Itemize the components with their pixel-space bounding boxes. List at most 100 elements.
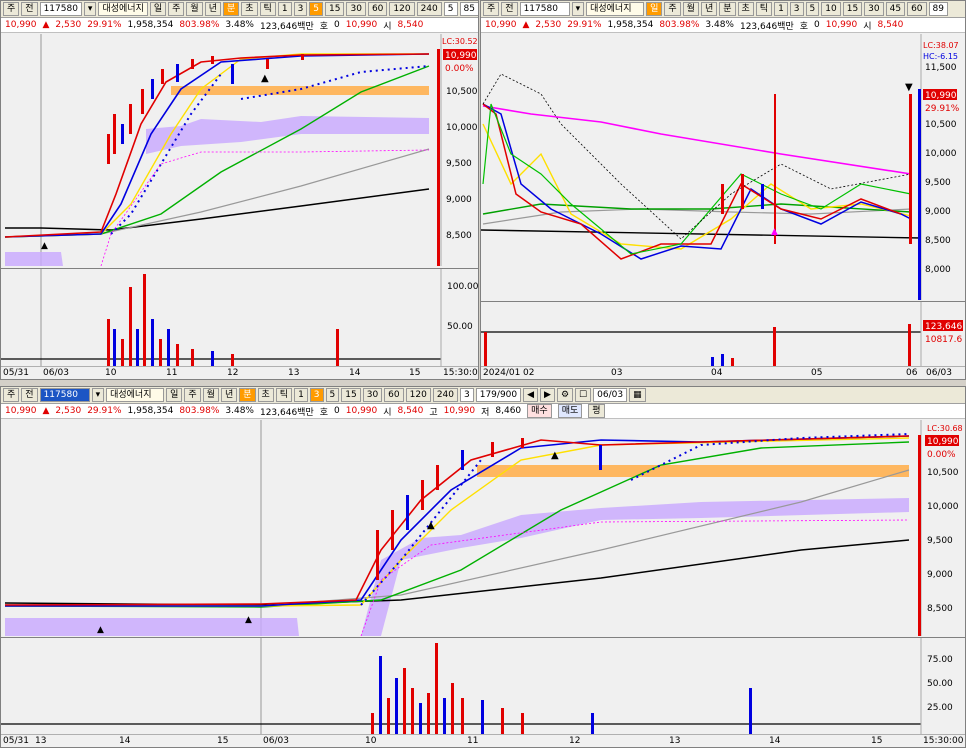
avg-button[interactable]: 평	[588, 404, 605, 418]
search-icon[interactable]: ▾	[91, 388, 105, 402]
x-label: 13	[35, 736, 47, 746]
gear-icon[interactable]: ⚙	[556, 388, 574, 402]
interval-30[interactable]: 30	[346, 2, 366, 16]
volume-chart[interactable]: 123,646 10817.6	[481, 301, 965, 369]
arrow-up-icon-2: ▲	[551, 450, 559, 461]
calendar-icon[interactable]: ▦	[629, 388, 646, 402]
interval-3[interactable]: 3	[293, 2, 308, 16]
market-select[interactable]: 전	[21, 388, 38, 402]
arrow-up-icon: ▲	[771, 227, 778, 237]
period-day[interactable]: 일	[166, 388, 183, 402]
period-day[interactable]: 일	[646, 2, 663, 16]
date-input[interactable]: 06/03	[593, 388, 628, 402]
period-year[interactable]: 년	[220, 388, 238, 402]
interval-120[interactable]: 120	[405, 388, 431, 402]
price-label: 10,000	[925, 149, 957, 159]
type-select[interactable]: 주	[483, 2, 500, 16]
interval-5[interactable]: 5	[325, 388, 340, 402]
interval-input[interactable]: 3	[460, 388, 474, 402]
interval-5[interactable]: 5	[309, 2, 324, 16]
volume-chart[interactable]: 100.00 50.00	[1, 268, 478, 369]
interval-45[interactable]: 45	[885, 2, 906, 16]
interval-60[interactable]: 60	[367, 2, 388, 16]
period-month[interactable]: 월	[202, 388, 219, 402]
interval-15[interactable]: 15	[842, 2, 863, 16]
interval-60[interactable]: 60	[907, 2, 927, 16]
period-tick[interactable]: 틱	[275, 388, 293, 402]
period-week[interactable]: 주	[168, 2, 185, 16]
open-label: 시	[383, 21, 392, 32]
code-input[interactable]: 117580	[39, 2, 82, 16]
rate: 29.91%	[87, 406, 122, 416]
vol-rate: 803.98%	[659, 20, 700, 30]
period-minute[interactable]: 분	[222, 2, 240, 16]
count-input[interactable]: 89	[928, 2, 948, 16]
type-select[interactable]: 주	[3, 388, 20, 402]
code-input[interactable]: 117580	[39, 388, 90, 402]
interval-1[interactable]: 1	[774, 2, 788, 16]
stock-name[interactable]: 대성에너지	[586, 2, 645, 16]
stock-name[interactable]: 대성에너지	[106, 388, 165, 402]
interval-15[interactable]: 15	[325, 2, 345, 16]
buy-button[interactable]: 매수	[527, 404, 552, 418]
period-month[interactable]: 월	[682, 2, 699, 16]
badge-price: 10,990	[445, 51, 477, 61]
arrow-up-icon: ▲	[427, 520, 435, 531]
interval-1[interactable]: 1	[277, 2, 292, 16]
arrow-right-icon[interactable]: ▶	[540, 388, 555, 402]
price-chart[interactable]: ▲ ▲ ▲ ▲ LC:30.68 10,990 0.00% 10,500 10,…	[1, 420, 965, 637]
period-tick[interactable]: 틱	[259, 2, 276, 16]
arrow-down-icon: ▼	[905, 82, 913, 93]
interval-30[interactable]: 30	[864, 2, 884, 16]
interval-10[interactable]: 10	[821, 2, 841, 16]
period-week[interactable]: 주	[184, 388, 201, 402]
period-week[interactable]: 주	[664, 2, 681, 16]
count-input[interactable]: 85	[459, 2, 478, 16]
interval-input[interactable]: 5	[443, 2, 458, 16]
interval-3[interactable]: 3	[309, 388, 324, 402]
price-chart[interactable]: ▲ ▲ LC:30.52 10,990 0.00% 10,500 10,000 …	[1, 34, 478, 267]
quote-bar: 10,990 ▲ 2,530 29.91% 1,958,354 803.98% …	[481, 18, 965, 33]
market-select[interactable]: 전	[501, 2, 518, 16]
interval-5[interactable]: 5	[805, 2, 820, 16]
volume-chart[interactable]: 75.00 50.00 25.00	[1, 637, 965, 737]
interval-60[interactable]: 60	[384, 388, 404, 402]
period-year[interactable]: 년	[700, 2, 718, 16]
period-month[interactable]: 월	[186, 2, 203, 16]
arrow-left-icon[interactable]: ◀	[523, 388, 539, 402]
interval-240[interactable]: 240	[416, 2, 442, 16]
price-chart[interactable]: ▼ ▲ LC:38.07 HC:-6.15 11,500 10,990 29.9…	[481, 34, 965, 300]
price-label: 8,000	[925, 265, 951, 275]
rate: 29.91%	[87, 20, 122, 30]
period-tick[interactable]: 틱	[755, 2, 773, 16]
x-label: 06/03	[43, 368, 69, 378]
type-select[interactable]: 주	[3, 2, 20, 16]
period-day[interactable]: 일	[149, 2, 167, 16]
search-icon[interactable]: ▾	[571, 2, 585, 16]
period-minute[interactable]: 분	[239, 388, 256, 402]
interval-3[interactable]: 3	[789, 2, 804, 16]
period-year[interactable]: 년	[204, 2, 221, 16]
up-arrow-icon: ▲	[42, 20, 50, 30]
interval-15[interactable]: 15	[341, 388, 361, 402]
toolbar: 주 전 117580 ▾ 대성에너지 일 주 월 년 분 초 틱 1 3 5 1…	[1, 387, 965, 404]
market-select[interactable]: 전	[21, 2, 38, 16]
sell-button[interactable]: 매도	[557, 404, 583, 418]
code-input[interactable]: 117580	[519, 2, 570, 16]
interval-1[interactable]: 1	[294, 388, 308, 402]
interval-30[interactable]: 30	[362, 388, 383, 402]
search-icon[interactable]: ▾	[83, 2, 97, 16]
checkbox[interactable]: ☐	[575, 388, 592, 402]
count-input[interactable]: 179/900	[475, 388, 522, 402]
period-second[interactable]: 초	[737, 2, 754, 16]
stock-name[interactable]: 대성에너지	[98, 2, 148, 16]
x-label: 15:30:00	[923, 736, 964, 746]
period-second[interactable]: 초	[241, 2, 258, 16]
x-label: 11	[166, 368, 178, 378]
x-label: 04	[711, 368, 723, 378]
interval-240[interactable]: 240	[432, 388, 458, 402]
x-label: 13	[288, 368, 300, 378]
interval-120[interactable]: 120	[389, 2, 415, 16]
period-second[interactable]: 초	[257, 388, 274, 402]
period-minute[interactable]: 분	[719, 2, 736, 16]
